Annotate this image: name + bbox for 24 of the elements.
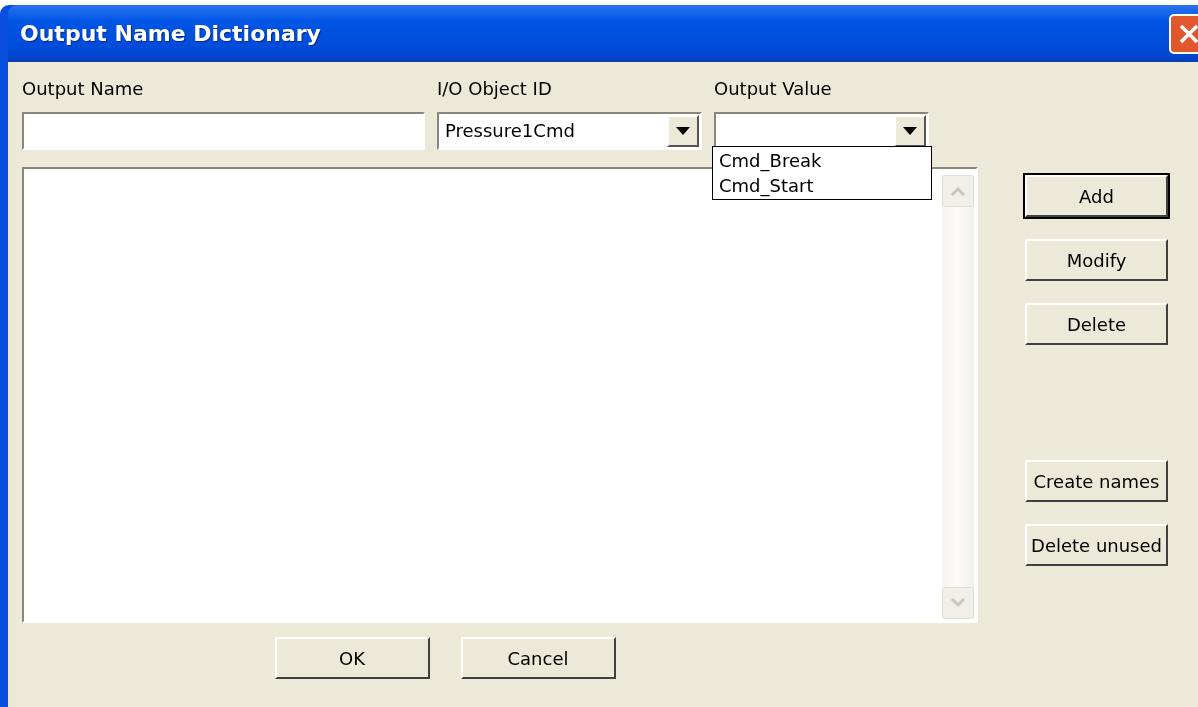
- dialog-button[interactable]: Delete unused: [1025, 524, 1168, 566]
- chevron-down-icon: [950, 598, 966, 608]
- dropdown-button[interactable]: [894, 115, 926, 147]
- dropdown-option[interactable]: Cmd_Start: [713, 173, 931, 198]
- dropdown-arrow-icon: [676, 127, 690, 135]
- close-icon: [1178, 22, 1198, 45]
- dialog-button[interactable]: Cancel: [460, 637, 616, 679]
- field-label: Output Name: [22, 78, 145, 100]
- dialog-button[interactable]: OK: [274, 637, 430, 679]
- dialog-button[interactable]: Delete: [1025, 303, 1168, 345]
- dropdown-value: Pressure1Cmd: [444, 119, 576, 143]
- field-label: Output Value: [714, 78, 833, 100]
- close-button[interactable]: [1169, 13, 1198, 54]
- dropdown-button[interactable]: [667, 115, 699, 147]
- field-label: I/O Object ID: [437, 78, 553, 100]
- dropdown-arrow-icon: [903, 127, 917, 135]
- dropdown-option[interactable]: Cmd_Break: [713, 148, 931, 173]
- dialog-button[interactable]: Modify: [1025, 239, 1168, 281]
- dialog-button[interactable]: Add: [1025, 175, 1168, 217]
- dialog-button[interactable]: Create names: [1025, 460, 1168, 502]
- chevron-up-icon: [950, 186, 966, 196]
- output-name-field[interactable]: [22, 112, 425, 150]
- window-title: Output Name Dictionary: [20, 21, 321, 46]
- object-id-dropdown[interactable]: Pressure1Cmd: [437, 112, 702, 150]
